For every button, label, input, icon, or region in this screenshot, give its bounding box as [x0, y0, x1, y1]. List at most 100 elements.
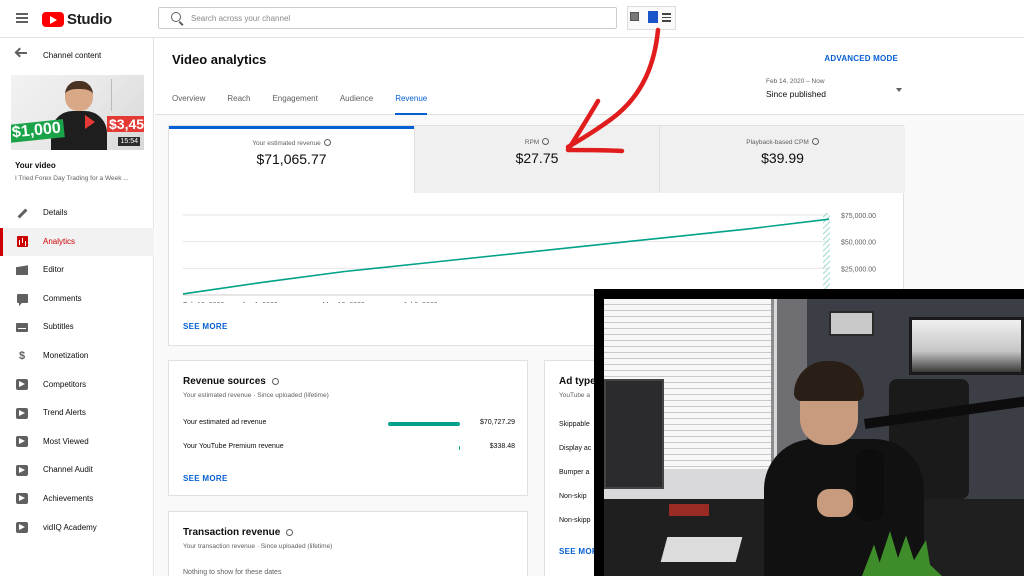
metric-playback-cpm[interactable]: Playback-based CPM $39.99: [659, 126, 905, 193]
ad-type-see-more-link[interactable]: SEE MOR: [559, 547, 598, 556]
comment-icon: [16, 293, 28, 307]
card-title: Transaction revenue: [183, 527, 294, 538]
source-share-bar: [458, 446, 460, 450]
sidebar-nav: Details Analytics Editor Comments Subtit…: [0, 199, 154, 542]
vidiq-icon: [16, 493, 28, 505]
source-label: Your YouTube Premium revenue: [183, 443, 284, 450]
sources-see-more-link[interactable]: SEE MORE: [183, 474, 228, 483]
x-tick-label: Jul 6, 2020: [403, 302, 437, 303]
sidebar-item-label: Details: [43, 208, 68, 217]
date-range-picker[interactable]: Feb 14, 2020 – Now Since published: [766, 78, 902, 108]
sidebar-item-vidiq-academy[interactable]: vidIQ Academy: [0, 514, 154, 543]
metric-value: $71,065.77: [256, 151, 327, 167]
y-tick-label: $25,000.00: [841, 266, 876, 273]
revenue-see-more-link[interactable]: SEE MORE: [183, 322, 228, 331]
list-icon[interactable]: [662, 13, 671, 24]
metric-value: $39.99: [761, 150, 804, 166]
sidebar-item-comments[interactable]: Comments: [0, 285, 154, 314]
info-icon[interactable]: [542, 138, 550, 145]
top-bar: Studio: [0, 0, 1024, 38]
vidiq-icon: [16, 464, 28, 476]
metric-value: $27.75: [515, 150, 559, 166]
list-item: Non-skipp: [559, 517, 591, 524]
thumbnail-chart-graphic: [111, 79, 141, 111]
search-box[interactable]: [158, 7, 617, 29]
search-input[interactable]: [191, 11, 591, 25]
sidebar-item-details[interactable]: Details: [0, 199, 154, 228]
microphone: [856, 449, 884, 521]
sidebar-item-editor[interactable]: Editor: [0, 256, 154, 285]
source-share-bar: [388, 422, 460, 426]
back-arrow-icon[interactable]: [17, 52, 27, 54]
sidebar-item-subtitles[interactable]: Subtitles: [0, 313, 154, 342]
info-icon[interactable]: [811, 138, 819, 145]
card-subtitle: Your transaction revenue · Since uploade…: [183, 543, 333, 550]
revenue-line-chart[interactable]: $75,000.00 $50,000.00 $25,000.00 Feb 13, 20…: [169, 203, 905, 303]
vidiq-extension-icon[interactable]: [648, 11, 658, 23]
vidiq-icon: [16, 522, 28, 534]
sidebar-item-most-viewed[interactable]: Most Viewed: [0, 428, 154, 457]
x-tick-label: May 19, 2020: [323, 302, 366, 303]
source-value: $70,727.29: [479, 419, 515, 426]
tab-reach[interactable]: Reach: [227, 92, 250, 115]
list-item: Non-skip: [559, 493, 587, 500]
revenue-sources-card: Revenue sources Your estimated revenue ·…: [168, 360, 528, 496]
card-title: Ad type: [559, 376, 596, 387]
sidebar-item-label: Monetization: [43, 350, 89, 360]
sidebar-item-label: Competitors: [43, 379, 87, 389]
clapperboard-icon: [16, 264, 28, 276]
list-item: Skippable: [559, 421, 590, 428]
sidebar-item-achievements[interactable]: Achievements: [0, 485, 154, 514]
sidebar-item-label: Comments: [43, 293, 82, 303]
tab-revenue[interactable]: Revenue: [395, 92, 428, 115]
logo-text: Studio: [67, 10, 112, 28]
sidebar-item-competitors[interactable]: Competitors: [0, 371, 154, 400]
extension-toolbar: [627, 6, 676, 30]
video-title: I Tried Forex Day Trading for a Week ...: [15, 175, 129, 182]
x-tick-label: Apr 1, 2020: [242, 302, 278, 303]
back-to-channel-content[interactable]: Channel content: [0, 48, 154, 66]
info-icon[interactable]: [271, 378, 279, 385]
pencil-icon: [16, 207, 28, 219]
sidebar-item-label: Trend Alerts: [43, 408, 86, 418]
image-icon[interactable]: [630, 12, 639, 21]
router: [669, 504, 709, 516]
revenue-series-line: [182, 218, 830, 295]
tab-engagement[interactable]: Engagement: [272, 92, 317, 115]
list-item: Your estimated ad revenue $70,727.29: [183, 419, 515, 431]
date-range-dates: Feb 14, 2020 – Now: [766, 78, 825, 85]
empty-state-text: Nothing to show for these dates: [183, 569, 282, 576]
metric-rpm[interactable]: RPM $27.75: [414, 126, 659, 193]
search-icon[interactable]: [171, 12, 181, 22]
tab-overview[interactable]: Overview: [172, 92, 205, 115]
tab-audience[interactable]: Audience: [340, 92, 373, 115]
monitor: [604, 379, 664, 489]
subtitles-icon: [16, 321, 28, 333]
sidebar-item-label: Editor: [43, 265, 64, 275]
sidebar-item-monetization[interactable]: $ Monetization: [0, 342, 154, 371]
info-icon[interactable]: [323, 139, 331, 146]
sidebar-item-channel-audit[interactable]: Channel Audit: [0, 456, 154, 485]
keyboard: [660, 537, 743, 562]
youtube-play-icon: [42, 11, 64, 27]
metric-estimated-revenue[interactable]: Your estimated revenue $71,065.77: [169, 126, 414, 193]
webcam-overlay: [594, 289, 1024, 576]
sidebar-item-trend-alerts[interactable]: Trend Alerts: [0, 399, 154, 428]
sidebar-item-analytics[interactable]: Analytics: [0, 227, 154, 257]
card-subtitle: YouTube a: [559, 392, 590, 399]
analytics-header: Video analytics ADVANCED MODE Overview R…: [155, 39, 1024, 115]
sidebar-item-label: Achievements: [43, 493, 94, 503]
current-period-marker: [823, 213, 830, 295]
transaction-revenue-card: Transaction revenue Your transaction rev…: [168, 511, 528, 576]
youtube-studio-logo[interactable]: Studio: [42, 9, 112, 29]
video-duration: 15:54: [118, 137, 140, 146]
menu-icon[interactable]: [16, 13, 28, 23]
metric-label: Your estimated revenue: [252, 140, 321, 147]
advanced-mode-button[interactable]: ADVANCED MODE: [824, 54, 898, 63]
sidebar-item-label: vidIQ Academy: [43, 522, 97, 532]
info-icon[interactable]: [286, 529, 294, 536]
video-thumbnail[interactable]: $1,000 $3,45 15:54: [11, 75, 144, 150]
sidebar-item-label: Channel Audit: [43, 465, 93, 475]
analytics-icon: [16, 236, 28, 248]
list-item: Your YouTube Premium revenue $338.48: [183, 443, 515, 455]
